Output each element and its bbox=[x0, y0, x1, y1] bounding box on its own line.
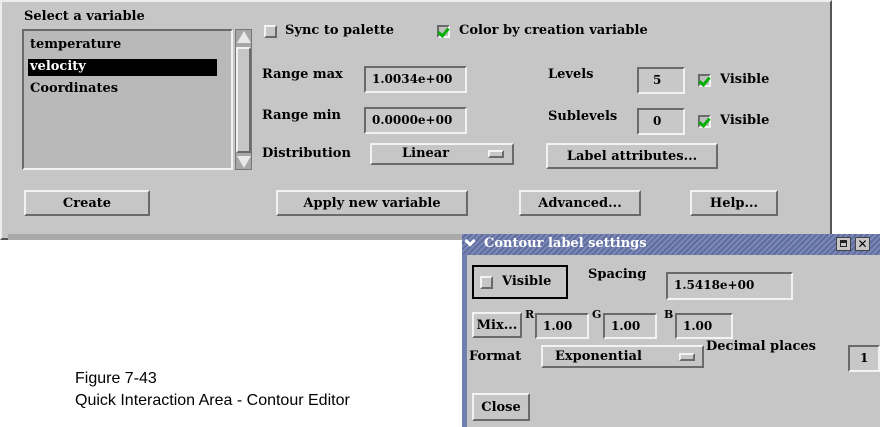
spacing-input[interactable]: 1.5418e+00 bbox=[666, 272, 793, 300]
scroll-thumb[interactable] bbox=[236, 47, 251, 153]
distribution-value: Linear bbox=[402, 146, 450, 161]
contour-label-settings-dialog: Contour label settings ✕ Visible Spacing… bbox=[462, 234, 880, 427]
distribution-label: Distribution bbox=[262, 146, 351, 161]
list-item-temperature[interactable]: temperature bbox=[28, 37, 217, 54]
levels-input[interactable]: 5 bbox=[637, 67, 685, 94]
mix-color-button[interactable]: Mix... bbox=[472, 312, 522, 338]
spacing-label: Spacing bbox=[588, 267, 647, 282]
range-min-input[interactable]: 0.0000e+00 bbox=[364, 107, 467, 134]
range-min-label: Range min bbox=[262, 108, 342, 123]
help-button[interactable]: Help... bbox=[690, 190, 778, 216]
format-label: Format bbox=[469, 349, 522, 364]
sync-palette-label: Sync to palette bbox=[285, 23, 395, 38]
g-label: G bbox=[592, 308, 602, 321]
dialog-left-border bbox=[462, 255, 467, 427]
levels-label: Levels bbox=[548, 67, 594, 82]
option-menu-indicator-icon bbox=[488, 150, 504, 158]
range-max-input[interactable]: 1.0034e+00 bbox=[364, 66, 467, 93]
maximize-icon[interactable] bbox=[836, 237, 851, 251]
list-item-coordinates[interactable]: Coordinates bbox=[28, 81, 217, 98]
label-visible-toggle[interactable]: Visible bbox=[472, 265, 568, 299]
scroll-up-arrow-icon[interactable] bbox=[237, 31, 251, 43]
levels-visible-label: Visible bbox=[720, 72, 770, 87]
g-input[interactable]: 1.00 bbox=[603, 313, 657, 339]
option-menu-indicator-icon bbox=[679, 353, 695, 361]
dialog-title: Contour label settings bbox=[484, 236, 647, 251]
list-item-velocity[interactable]: velocity bbox=[28, 59, 217, 76]
apply-new-variable-button[interactable]: Apply new variable bbox=[276, 190, 468, 216]
format-option-menu[interactable]: Exponential bbox=[541, 345, 704, 368]
window-menu-chevron-icon[interactable] bbox=[464, 235, 476, 247]
sublevels-label: Sublevels bbox=[548, 109, 618, 124]
dialog-title-bar[interactable]: Contour label settings ✕ bbox=[462, 234, 880, 255]
sublevels-visible-checkbox[interactable] bbox=[698, 115, 711, 128]
sublevels-input[interactable]: 0 bbox=[637, 108, 685, 135]
levels-visible-checkbox[interactable] bbox=[698, 74, 711, 87]
select-variable-label: Select a variable bbox=[24, 9, 145, 24]
scroll-down-arrow-icon[interactable] bbox=[237, 156, 251, 168]
decimal-places-label: Decimal places bbox=[706, 339, 816, 354]
color-by-creation-label: Color by creation variable bbox=[459, 23, 648, 38]
sublevels-visible-label: Visible bbox=[720, 113, 770, 128]
dialog-close-button[interactable]: Close bbox=[472, 393, 530, 421]
close-window-icon[interactable]: ✕ bbox=[855, 237, 870, 251]
r-label: R bbox=[525, 308, 535, 321]
color-by-creation-checkbox[interactable] bbox=[437, 25, 450, 38]
distribution-option-menu[interactable]: Linear bbox=[370, 143, 514, 165]
r-input[interactable]: 1.00 bbox=[535, 313, 589, 339]
panel-bottom-strip bbox=[8, 234, 462, 240]
figure-number: Figure 7-43 bbox=[75, 370, 157, 387]
b-label: B bbox=[664, 308, 674, 321]
figure-caption: Quick Interaction Area - Contour Editor bbox=[75, 392, 350, 409]
advanced-button[interactable]: Advanced... bbox=[519, 190, 641, 216]
decimal-places-input[interactable]: 1 bbox=[848, 345, 880, 372]
label-visible-checkbox[interactable] bbox=[480, 276, 493, 289]
b-input[interactable]: 1.00 bbox=[675, 313, 733, 339]
sync-palette-checkbox[interactable] bbox=[264, 25, 277, 38]
create-button[interactable]: Create bbox=[24, 190, 150, 216]
format-value: Exponential bbox=[555, 349, 642, 364]
range-max-label: Range max bbox=[262, 67, 343, 82]
label-attributes-button[interactable]: Label attributes... bbox=[546, 143, 718, 169]
label-visible-label: Visible bbox=[502, 274, 552, 289]
variable-list-scrollbar[interactable] bbox=[235, 29, 252, 170]
variable-list[interactable]: temperature velocity Coordinates bbox=[22, 29, 233, 170]
